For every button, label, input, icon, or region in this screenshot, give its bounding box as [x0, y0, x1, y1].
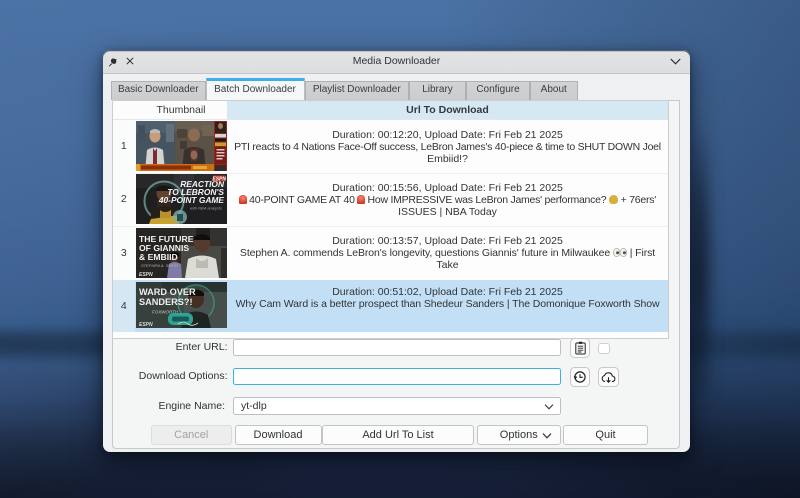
svg-text:ESPN: ESPN [212, 177, 226, 183]
svg-text:ESPN: ESPN [139, 322, 153, 328]
svg-text:STEPHEN A. SMITH: STEPHEN A. SMITH [141, 263, 178, 268]
svg-text:SANDERS?!: SANDERS?! [139, 297, 193, 307]
svg-text:with NBA analysts: with NBA analysts [189, 206, 221, 211]
svg-text:40-POINT GAME: 40-POINT GAME [157, 195, 224, 205]
svg-text:WARD OVER: WARD OVER [139, 287, 196, 297]
svg-text:ESPN: ESPN [139, 272, 153, 278]
svg-text:& EMBIID: & EMBIID [139, 252, 178, 262]
